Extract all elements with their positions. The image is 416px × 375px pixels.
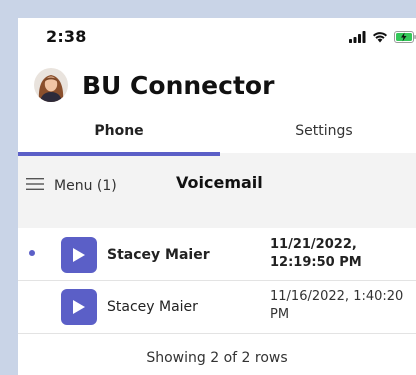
menu-label: Menu (1) (54, 177, 117, 194)
voicemail-row[interactable]: Stacey Maier 11/16/2022, 1:40:20 PM (18, 281, 416, 334)
tab-bar: Phone Settings (18, 118, 416, 156)
tab-phone[interactable]: Phone (18, 118, 220, 152)
caller-name: Stacey Maier (107, 299, 198, 315)
section-title: Voicemail (176, 173, 263, 192)
voicemail-datetime: 11/16/2022, 1:40:20 PM (270, 289, 404, 322)
play-button[interactable] (61, 289, 97, 325)
caller-name: Stacey Maier (107, 247, 210, 263)
active-tab-indicator (18, 152, 220, 156)
play-icon (73, 300, 85, 314)
unread-indicator (29, 250, 35, 256)
voicemail-table: Stacey Maier 11/21/2022, 12:19:50 PM Sta… (18, 228, 416, 375)
wifi-icon (372, 28, 388, 47)
voicemail-row[interactable]: Stacey Maier 11/21/2022, 12:19:50 PM (18, 228, 416, 281)
signal-icon (349, 28, 366, 47)
status-icons (349, 28, 416, 47)
play-button[interactable] (61, 237, 97, 273)
voicemail-datetime: 11/21/2022, 12:19:50 PM (270, 237, 362, 270)
avatar[interactable] (34, 68, 68, 102)
toolbar: Menu (1) Voicemail (18, 168, 416, 208)
tab-settings[interactable]: Settings (224, 118, 416, 152)
play-icon (73, 248, 85, 262)
menu-button[interactable]: Menu (1) (26, 176, 117, 195)
status-bar: 2:38 (18, 18, 416, 58)
battery-charging-icon (394, 28, 416, 47)
hamburger-icon (26, 176, 44, 195)
status-time: 2:38 (46, 27, 87, 46)
app-header: BU Connector (34, 68, 274, 102)
row-count-footer: Showing 2 of 2 rows (146, 350, 288, 366)
app-frame: 2:38 BU Connector Phone Settings Menu (1… (18, 18, 416, 375)
app-title: BU Connector (82, 70, 275, 100)
